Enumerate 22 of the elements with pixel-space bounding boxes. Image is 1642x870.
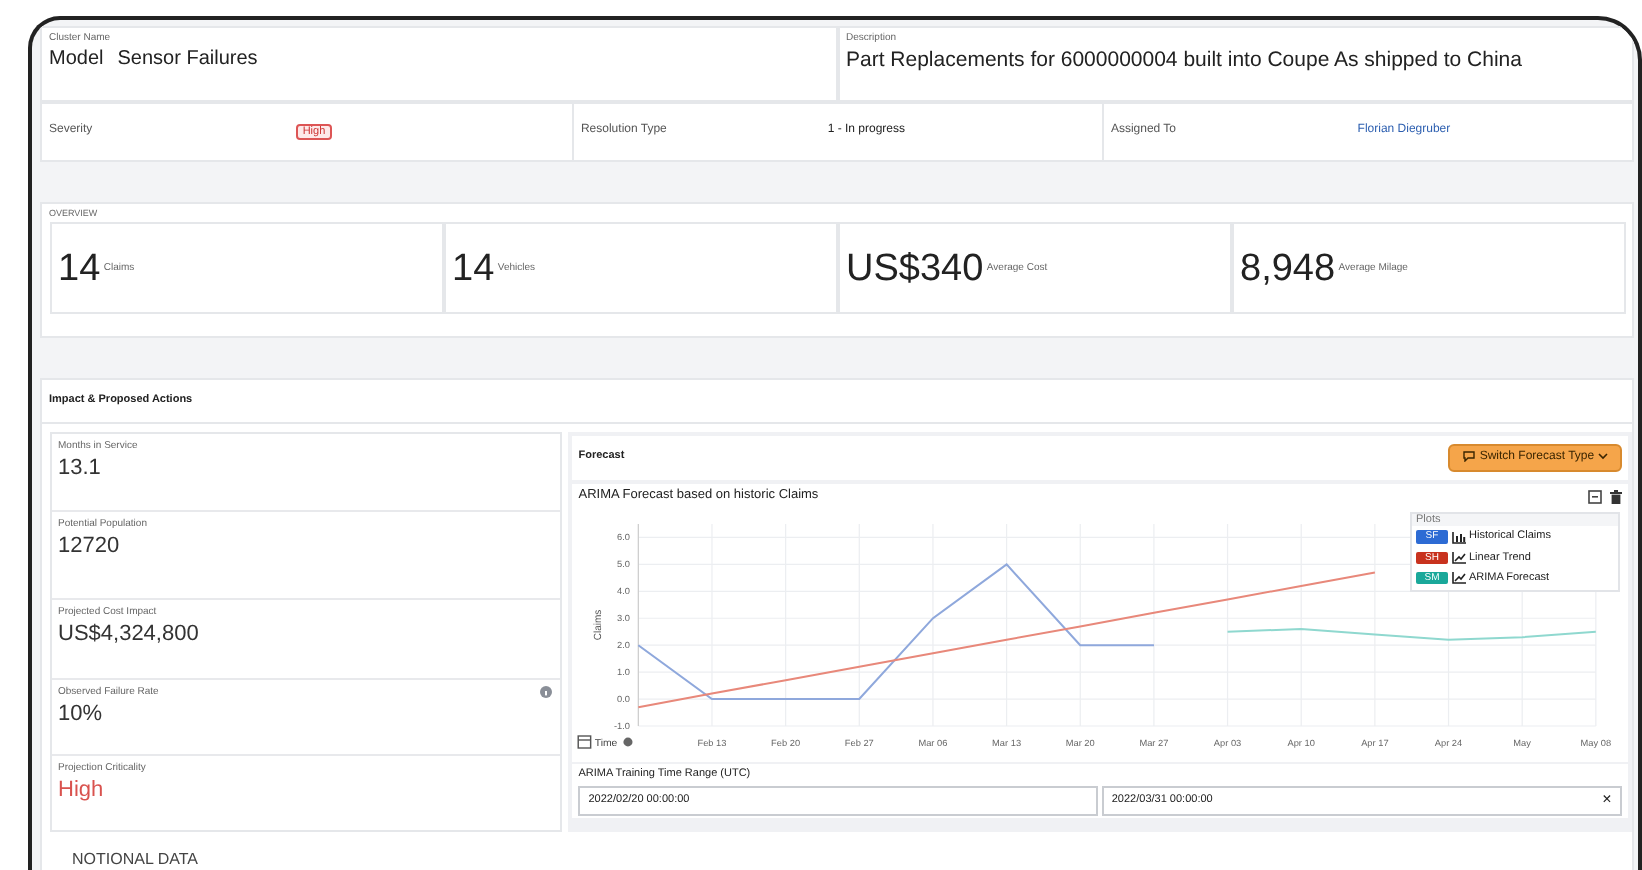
metric-value: 10% [58,702,105,730]
bar-chart-icon [1451,531,1466,544]
metric-value: US$4,324,800 [58,622,201,650]
metric-value: 12720 [58,534,122,562]
clear-button[interactable]: × [1602,793,1612,807]
chat-icon [1462,449,1477,462]
info-icon[interactable] [540,686,552,698]
stat-value: US$340 [846,249,984,288]
trash-icon[interactable] [1609,490,1622,504]
stat-value: 14 [452,249,495,288]
minimize-icon[interactable] [1588,490,1603,504]
metric-value: High [58,778,106,806]
line-chart-icon [1451,572,1466,585]
cluster-name-part: Model [49,47,104,73]
stat-value: 8,948 [1240,249,1336,288]
caret-icon [1597,451,1608,460]
line-chart-icon [1451,551,1466,564]
stat-value: 14 [58,249,101,288]
metric-value: 13.1 [58,456,103,484]
cluster-name-part: Sensor Failures [117,47,258,73]
calendar-icon [577,734,591,748]
description-text: Part Replacements for 6000000004 built into Coupe As shipped to China [846,47,1524,74]
